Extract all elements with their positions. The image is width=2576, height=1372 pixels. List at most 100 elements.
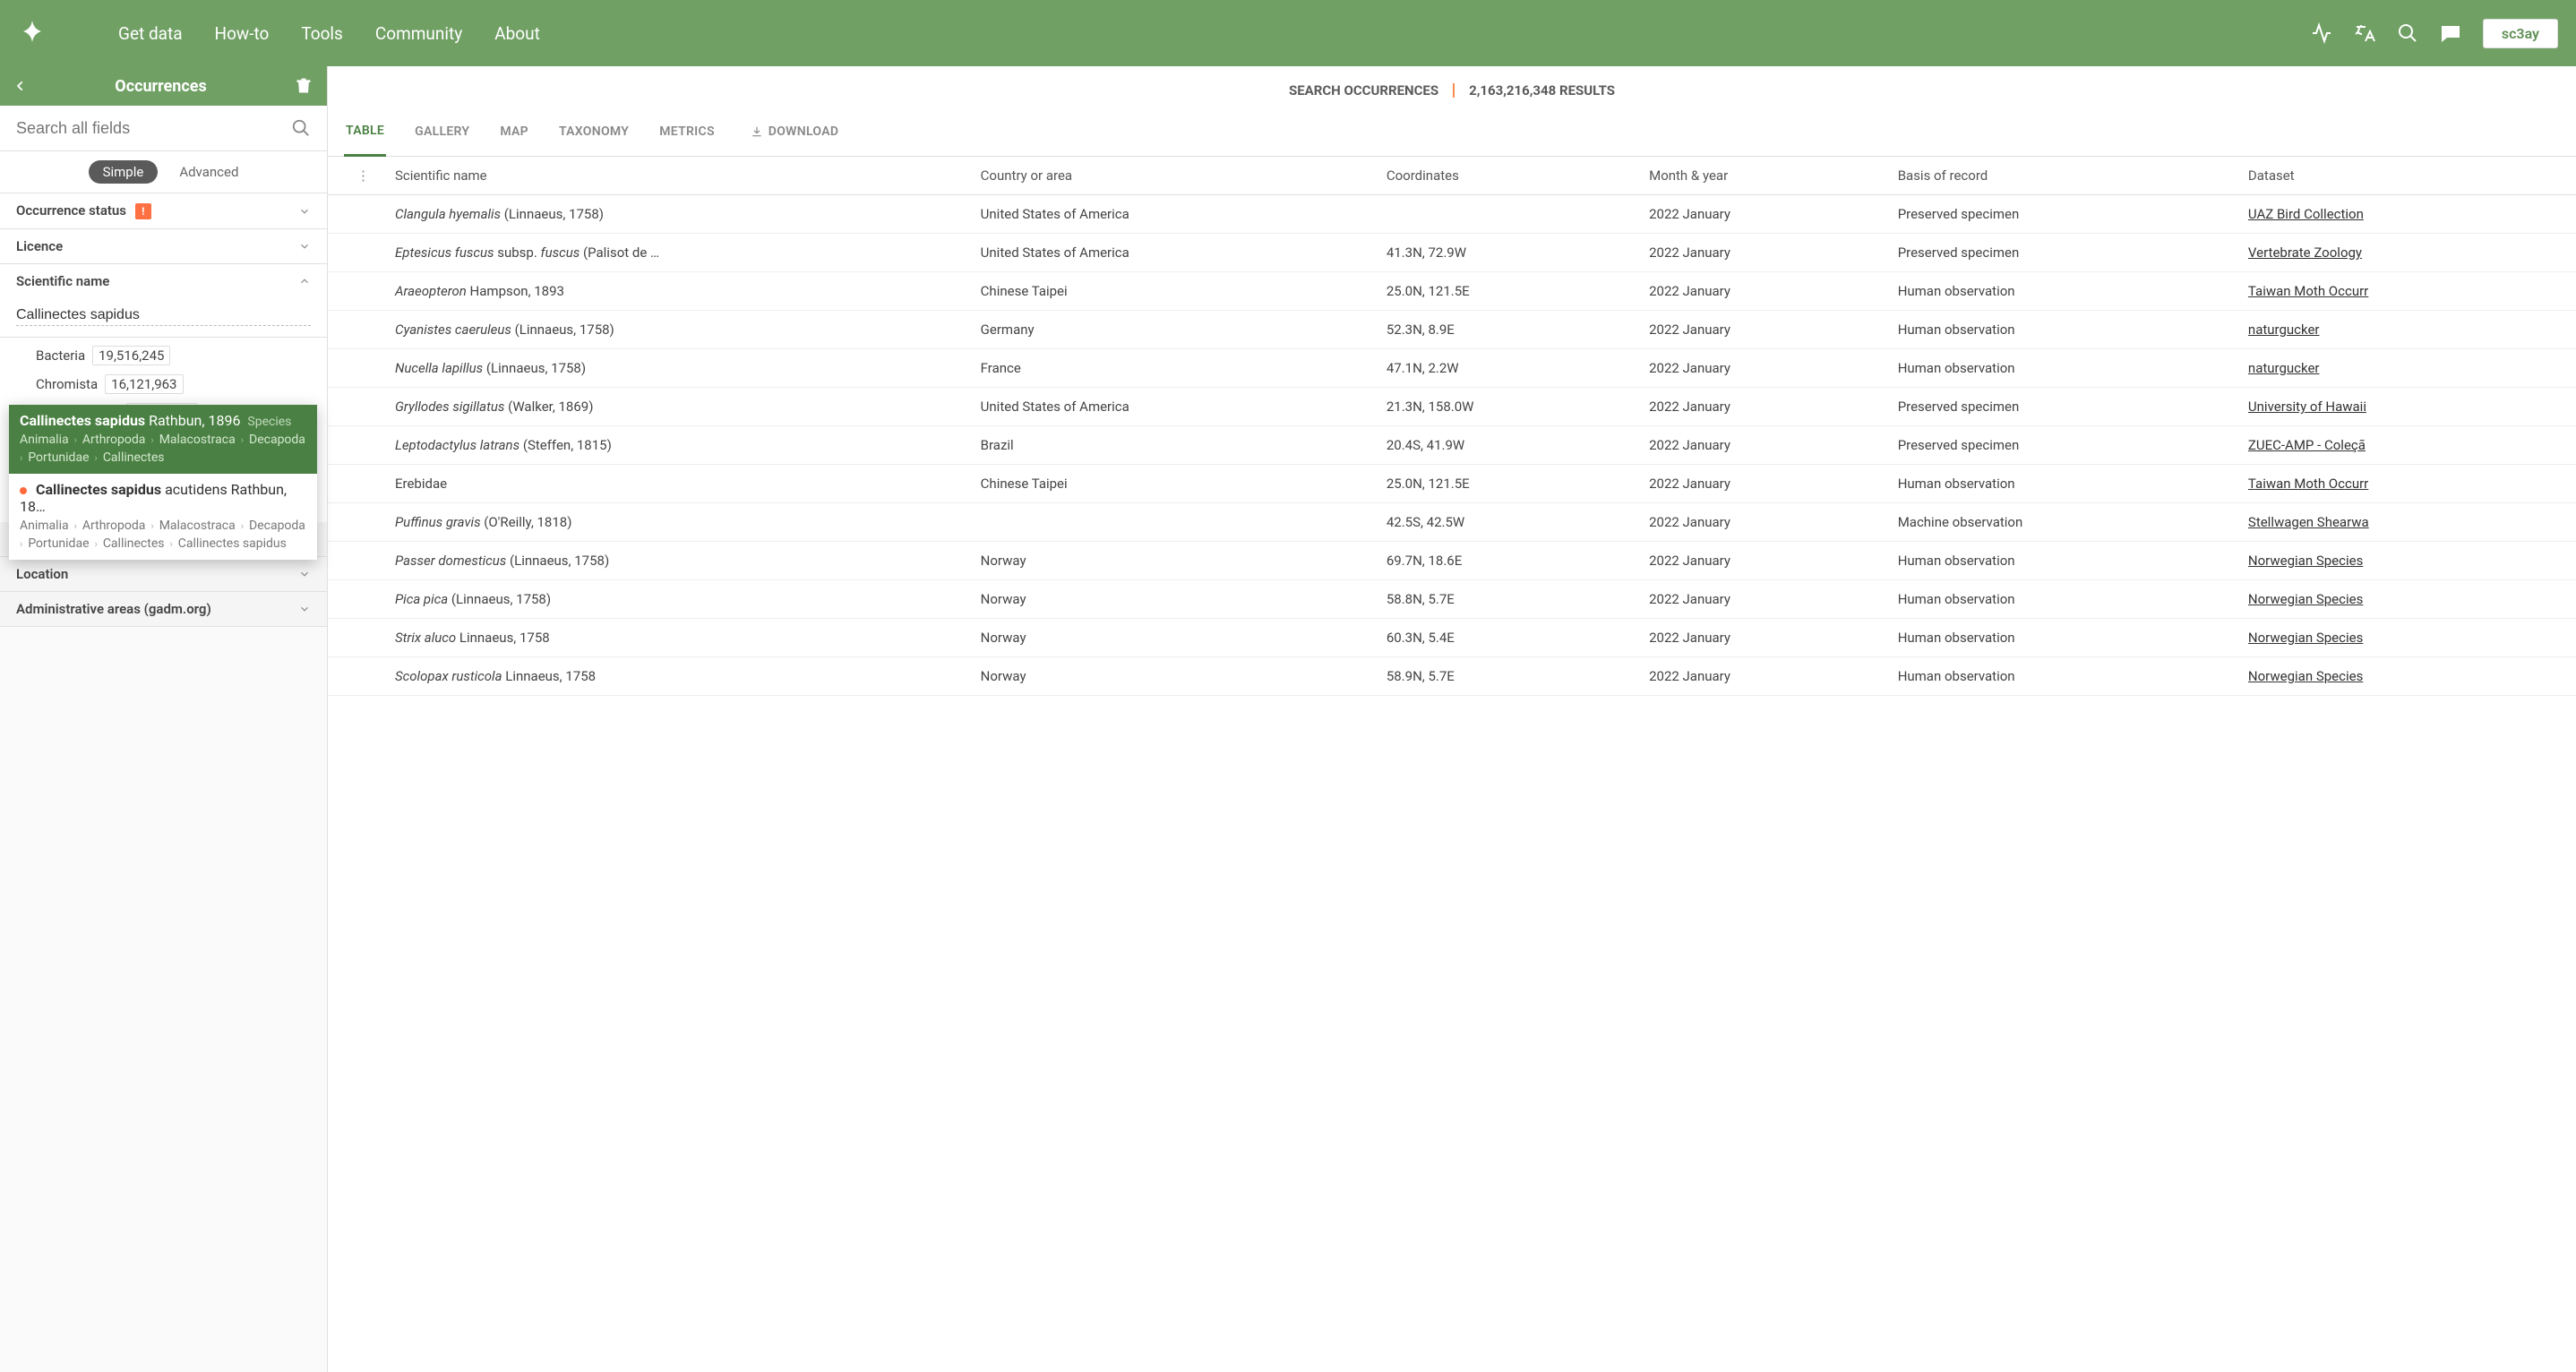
filter-licence[interactable]: Licence	[0, 229, 327, 264]
tab-metrics[interactable]: METRICS	[657, 108, 717, 155]
cell-date: 2022 January	[1636, 311, 1885, 349]
table-row[interactable]: Clangula hyemalis (Linnaeus, 1758)United…	[328, 195, 2576, 234]
filter-occurrence-status[interactable]: Occurrence status !	[0, 193, 327, 229]
cell-country: Norway	[968, 580, 1374, 619]
nav-about[interactable]: About	[494, 23, 540, 44]
mode-simple[interactable]: Simple	[89, 160, 159, 184]
cell-basis: Human observation	[1885, 657, 2236, 696]
table-row[interactable]: Eptesicus fuscus subsp. fuscus (Palisot …	[328, 234, 2576, 272]
taxon-count-row[interactable]: Bacteria19,516,245	[36, 341, 311, 370]
filter-location[interactable]: Location	[0, 557, 327, 592]
cell-coord: 58.8N, 5.7E	[1374, 580, 1636, 619]
dataset-link[interactable]: naturgucker	[2248, 322, 2320, 338]
tab-table[interactable]: TABLE	[344, 107, 386, 157]
cell-date: 2022 January	[1636, 349, 1885, 388]
kebab-icon[interactable]: ⋮	[340, 167, 370, 184]
tab-download[interactable]: DOWNLOAD	[749, 108, 840, 155]
cell-basis: Human observation	[1885, 349, 2236, 388]
dataset-link[interactable]: Taiwan Moth Occurr	[2248, 476, 2368, 492]
dataset-link[interactable]: ZUEC-AMP - Coleçã	[2248, 437, 2366, 453]
table-row[interactable]: Cyanistes caeruleus (Linnaeus, 1758)Germ…	[328, 311, 2576, 349]
dataset-link[interactable]: Norwegian Species	[2248, 668, 2363, 684]
dataset-link[interactable]: UAZ Bird Collection	[2248, 206, 2364, 222]
option-name: Callinectes sapidus	[36, 481, 161, 498]
tab-taxonomy[interactable]: TAXONOMY	[557, 108, 631, 155]
cell-coord: 58.9N, 5.7E	[1374, 657, 1636, 696]
results-table-wrap[interactable]: ⋮ Scientific name Country or area Coordi…	[328, 157, 2576, 1372]
table-row[interactable]: Puffinus gravis (O'Reilly, 1818)42.5S, 4…	[328, 503, 2576, 542]
filter-admin-areas[interactable]: Administrative areas (gadm.org)	[0, 592, 327, 627]
cell-country: Germany	[968, 311, 1374, 349]
activity-icon[interactable]	[2311, 22, 2332, 44]
table-row[interactable]: Pica pica (Linnaeus, 1758)Norway58.8N, 5…	[328, 580, 2576, 619]
col-dataset[interactable]: Dataset	[2236, 157, 2576, 195]
cell-dataset: Norwegian Species	[2236, 619, 2576, 657]
table-row[interactable]: Gryllodes sigillatus (Walker, 1869)Unite…	[328, 388, 2576, 426]
logo-icon[interactable]	[18, 19, 47, 47]
dataset-link[interactable]: Norwegian Species	[2248, 553, 2363, 569]
dataset-link[interactable]: University of Hawaii	[2248, 399, 2366, 415]
table-row[interactable]: Leptodactylus latrans (Steffen, 1815)Bra…	[328, 426, 2576, 465]
table-row[interactable]: Nucella lapillus (Linnaeus, 1758)France4…	[328, 349, 2576, 388]
table-row[interactable]: Scolopax rusticola Linnaeus, 1758Norway5…	[328, 657, 2576, 696]
search-field-icon[interactable]	[291, 118, 311, 138]
cell-scientific-name: Strix aluco Linnaeus, 1758	[382, 619, 968, 657]
back-icon[interactable]	[14, 80, 27, 92]
nav-get-data[interactable]: Get data	[118, 23, 183, 44]
dataset-link[interactable]: Norwegian Species	[2248, 591, 2363, 607]
table-row[interactable]: Araeopteron Hampson, 1893Chinese Taipei2…	[328, 272, 2576, 311]
search-icon[interactable]	[2397, 22, 2418, 44]
dataset-link[interactable]: naturgucker	[2248, 360, 2320, 376]
dataset-link[interactable]: Stellwagen Shearwa	[2248, 514, 2369, 530]
autocomplete-option[interactable]: Callinectes sapidus acutidens Rathbun, 1…	[9, 474, 317, 560]
chevron-right-icon: ›	[20, 538, 22, 550]
col-coordinates[interactable]: Coordinates	[1374, 157, 1636, 195]
breadcrumb-item: Decapoda	[249, 519, 305, 533]
cell-coord: 69.7N, 18.6E	[1374, 542, 1636, 580]
scientific-name-input[interactable]	[16, 307, 311, 326]
cell-coord: 21.3N, 158.0W	[1374, 388, 1636, 426]
nav-community[interactable]: Community	[375, 23, 462, 44]
dataset-link[interactable]: Vertebrate Zoology	[2248, 244, 2362, 261]
option-rank: Species	[247, 415, 291, 429]
search-input[interactable]	[16, 119, 291, 138]
tab-gallery[interactable]: GALLERY	[413, 108, 471, 155]
taxon-name: Chromista	[36, 376, 98, 392]
cell-scientific-name: Puffinus gravis (O'Reilly, 1818)	[382, 503, 968, 542]
translate-icon[interactable]	[2354, 22, 2375, 44]
row-actions-cell	[328, 542, 382, 580]
table-row[interactable]: Strix aluco Linnaeus, 1758Norway60.3N, 5…	[328, 619, 2576, 657]
cell-dataset: naturgucker	[2236, 311, 2576, 349]
trash-icon[interactable]	[295, 77, 313, 95]
cell-scientific-name: Pica pica (Linnaeus, 1758)	[382, 580, 968, 619]
col-month-year[interactable]: Month & year	[1636, 157, 1885, 195]
breadcrumb-item: Arthropoda	[82, 433, 145, 447]
dataset-link[interactable]: Norwegian Species	[2248, 630, 2363, 646]
taxon-count: 16,121,963	[105, 374, 183, 394]
cell-country: Chinese Taipei	[968, 465, 1374, 503]
cell-scientific-name: Cyanistes caeruleus (Linnaeus, 1758)	[382, 311, 968, 349]
row-actions-cell	[328, 503, 382, 542]
autocomplete-option[interactable]: Callinectes sapidus Rathbun, 1896 Specie…	[9, 405, 317, 474]
table-row[interactable]: ErebidaeChinese Taipei25.0N, 121.5E2022 …	[328, 465, 2576, 503]
taxon-count-row[interactable]: Chromista 16,121,963	[36, 370, 311, 399]
col-basis[interactable]: Basis of record	[1885, 157, 2236, 195]
mode-advanced[interactable]: Advanced	[179, 160, 238, 184]
chevron-down-icon	[298, 603, 311, 615]
row-actions-cell	[328, 580, 382, 619]
dataset-link[interactable]: Taiwan Moth Occurr	[2248, 283, 2368, 299]
cell-dataset: Stellwagen Shearwa	[2236, 503, 2576, 542]
chat-icon[interactable]	[2440, 22, 2461, 44]
cell-scientific-name: Araeopteron Hampson, 1893	[382, 272, 968, 311]
user-badge[interactable]: sc3ay	[2483, 19, 2558, 48]
col-scientific-name[interactable]: Scientific name	[382, 157, 968, 195]
filter-scientific-name-header[interactable]: Scientific name	[0, 264, 327, 298]
nav-tools[interactable]: Tools	[301, 23, 343, 44]
tab-map[interactable]: MAP	[498, 108, 530, 155]
nav-how-to[interactable]: How-to	[215, 23, 270, 44]
search-row	[0, 106, 327, 151]
table-row[interactable]: Passer domesticus (Linnaeus, 1758)Norway…	[328, 542, 2576, 580]
col-country[interactable]: Country or area	[968, 157, 1374, 195]
cell-coord: 47.1N, 2.2W	[1374, 349, 1636, 388]
chevron-down-icon	[298, 568, 311, 580]
